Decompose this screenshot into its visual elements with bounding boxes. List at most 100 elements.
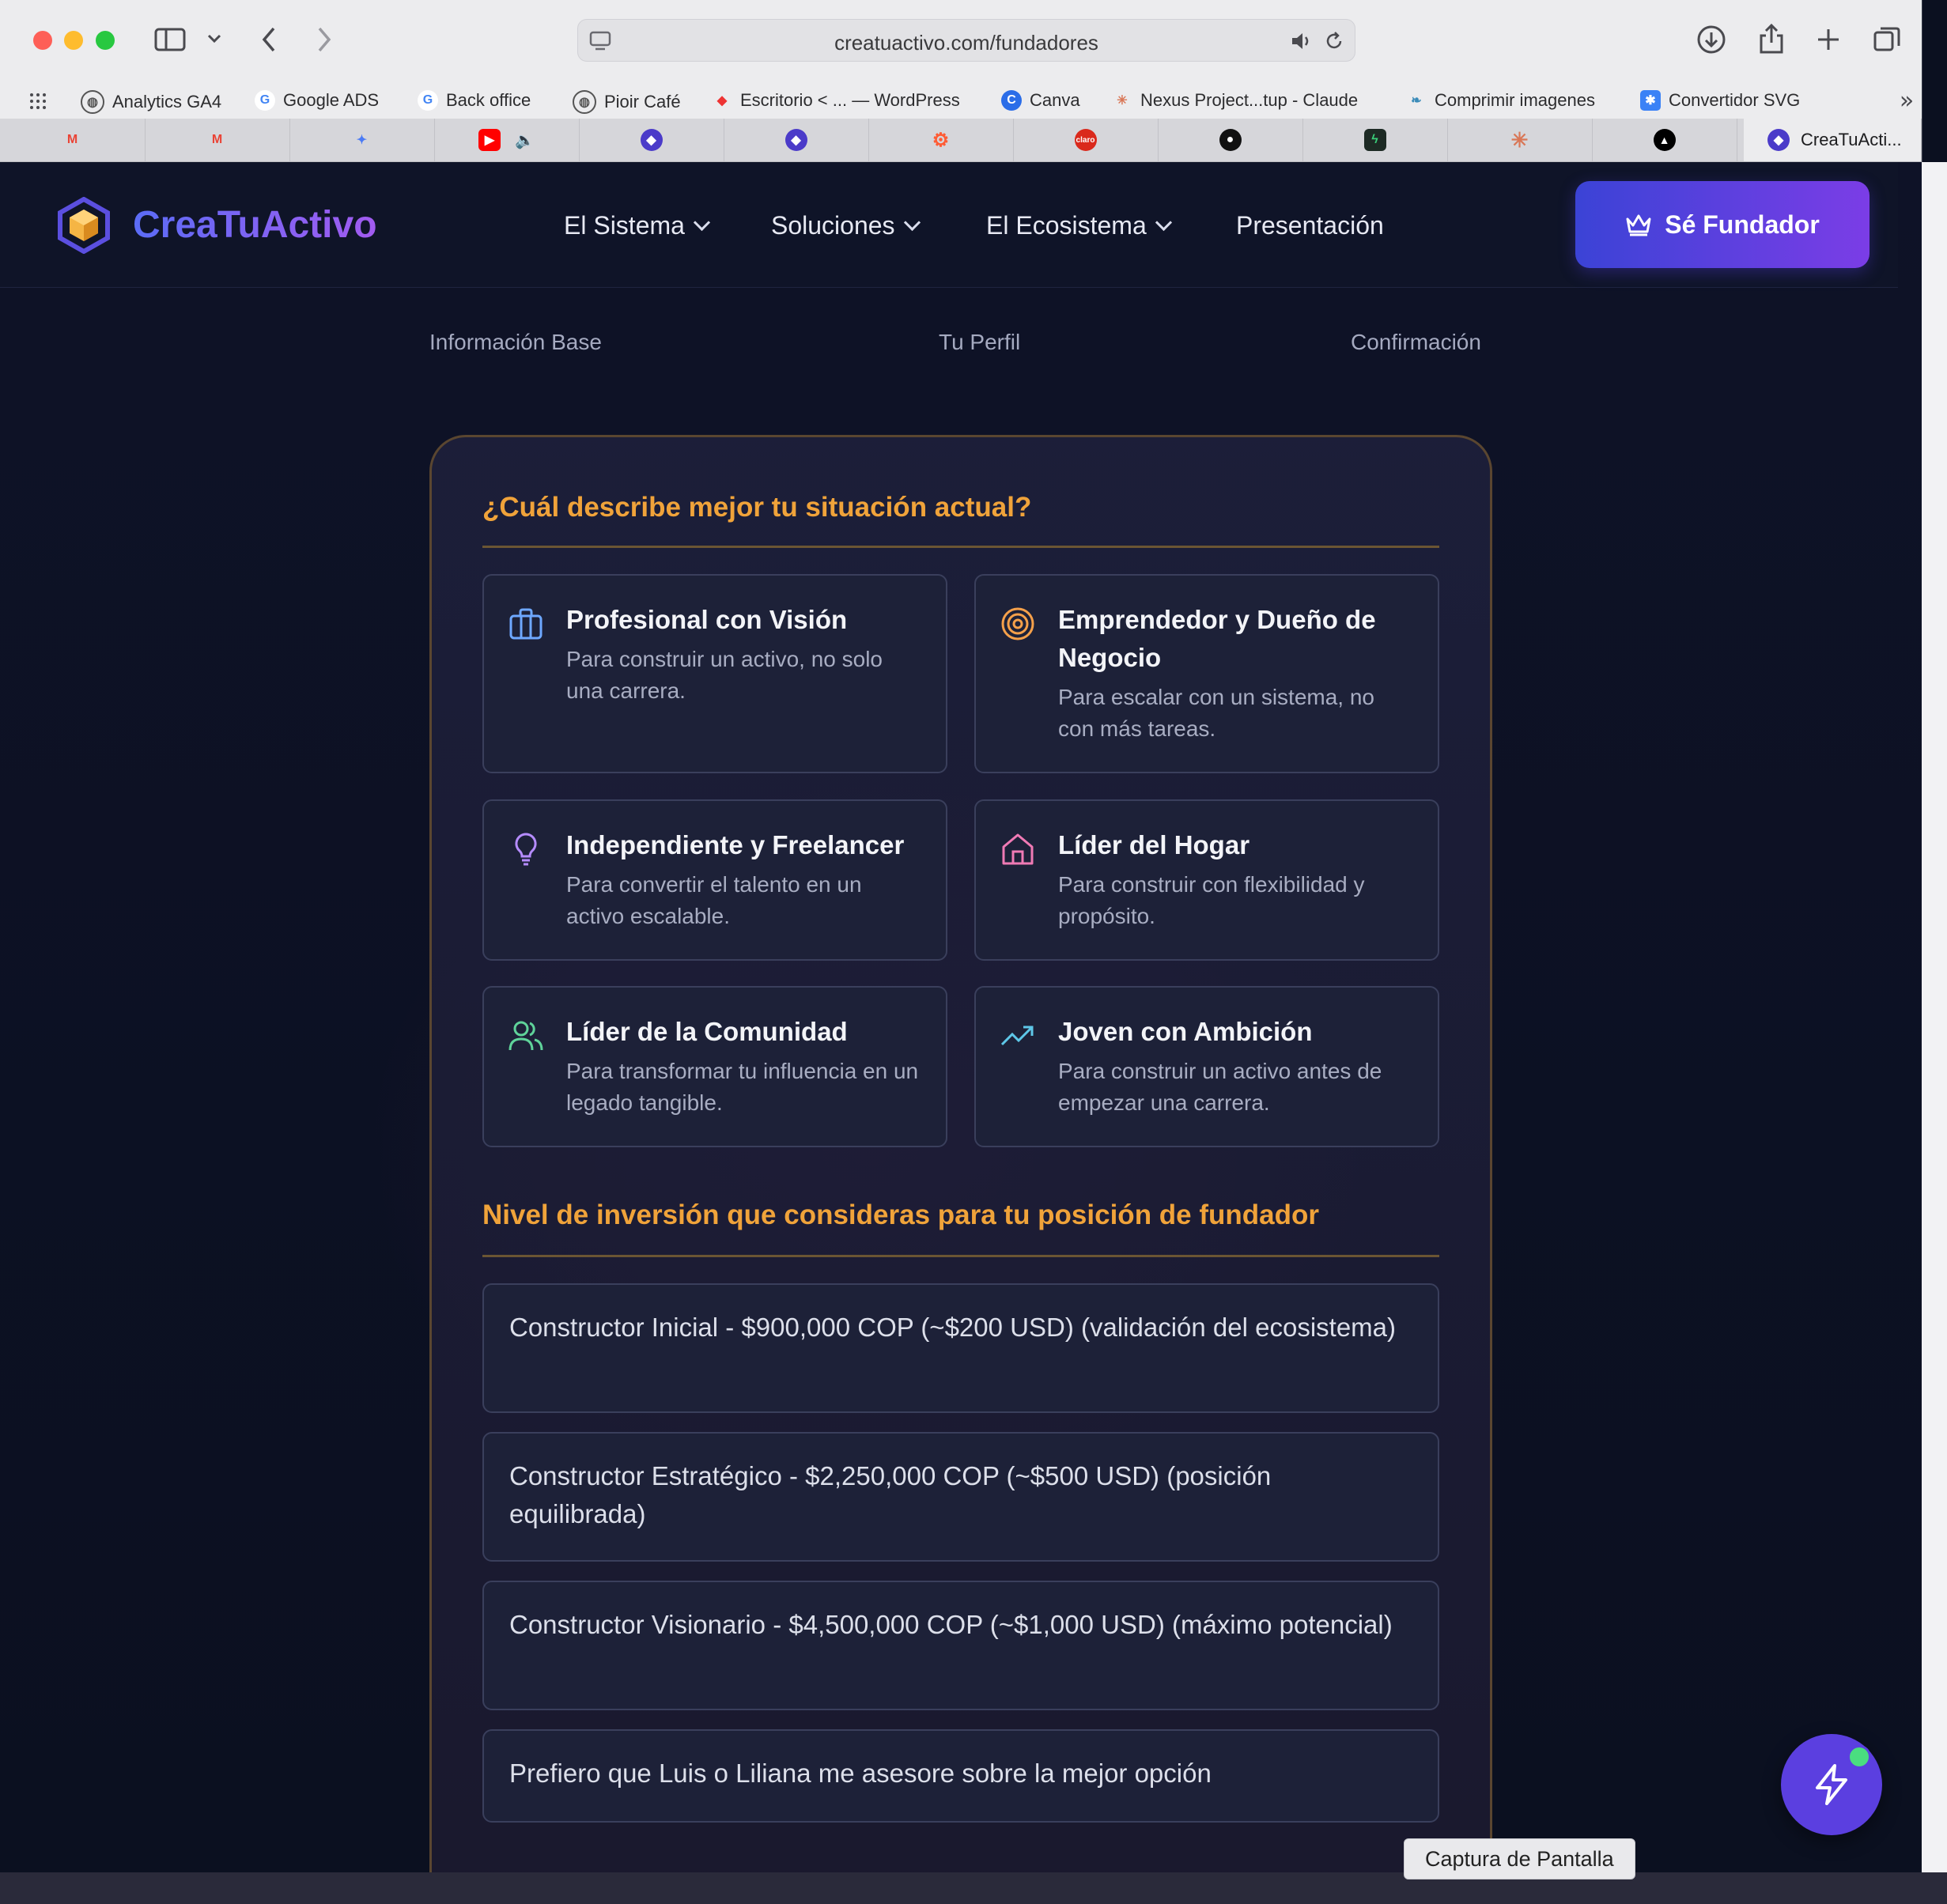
option-description: Para construir un activo, no solo una ca… — [566, 647, 883, 703]
situation-option[interactable]: Profesional con Visión Para construir un… — [482, 574, 947, 773]
step-tu-perfil: Tu Perfil — [939, 330, 1021, 354]
youtube-icon: ▶ — [478, 129, 501, 151]
bookmark-claude[interactable]: ✳ Nexus Project...tup - Claude — [1112, 90, 1358, 111]
situation-title: ¿Cuál describe mejor tu situación actual… — [482, 492, 1032, 523]
situation-option[interactable]: Joven con Ambición Para construir un act… — [974, 986, 1439, 1147]
hubspot-icon: ⚙ — [932, 129, 950, 151]
option-description: Para construir un activo antes de empeza… — [1058, 1059, 1382, 1115]
chevron-down-icon[interactable] — [204, 28, 225, 49]
zoom-window-button[interactable] — [96, 31, 115, 50]
home-icon — [1002, 833, 1034, 865]
tab-claude[interactable]: ✳ — [1447, 119, 1593, 161]
bookmark-google-ads[interactable]: G Google ADS — [255, 90, 379, 111]
more-bookmarks-icon[interactable]: » — [1895, 87, 1919, 115]
tab-vercel[interactable]: ▲ — [1592, 119, 1737, 161]
situation-option[interactable]: Líder de la Comunidad Para transformar t… — [482, 986, 947, 1147]
option-description: Para escalar con un sistema, no con más … — [1058, 685, 1374, 741]
page-content: CreaTuActivo El Sistema Soluciones El Ec… — [0, 162, 1922, 1872]
apps-grid-icon[interactable] — [27, 90, 49, 112]
nav-el-ecosistema[interactable]: El Ecosistema — [986, 211, 1172, 240]
scrollbar[interactable] — [1922, 162, 1947, 1872]
tab-gmail-1[interactable]: M — [0, 119, 146, 161]
lightbulb-icon — [515, 833, 537, 866]
site-header: CreaTuActivo El Sistema Soluciones El Ec… — [0, 162, 1898, 288]
tab-github[interactable]: ● — [1158, 119, 1303, 161]
investment-option[interactable]: Constructor Visionario - $4,500,000 COP … — [482, 1581, 1439, 1710]
investment-option[interactable]: Constructor Estratégico - $2,250,000 COP… — [482, 1432, 1439, 1562]
address-bar[interactable]: creatuactivo.com/fundadores — [577, 19, 1355, 62]
speaker-icon: 🔈 — [515, 131, 535, 149]
leaf-icon: ❧ — [1411, 94, 1422, 108]
situation-option[interactable]: Líder del Hogar Para construir con flexi… — [974, 799, 1439, 961]
sidebar-toggle-icon[interactable] — [153, 25, 187, 54]
bookmark-pioir-cafe[interactable]: ◍ Pioir Café — [573, 90, 681, 114]
option-description: Para transformar tu influencia en un leg… — [566, 1059, 919, 1115]
tab-youtube[interactable]: ▶ 🔈 — [434, 119, 580, 161]
reload-icon[interactable] — [1321, 29, 1347, 53]
download-icon[interactable] — [1696, 24, 1727, 55]
url-text: creatuactivo.com/fundadores — [834, 31, 1098, 55]
divider — [482, 546, 1439, 548]
dock — [0, 1872, 1947, 1904]
gemini-icon: ✦ — [356, 134, 368, 147]
tab-gemini[interactable]: ✦ — [289, 119, 435, 161]
share-icon[interactable] — [1756, 22, 1787, 55]
back-icon[interactable] — [255, 24, 283, 55]
new-tab-icon[interactable] — [1813, 24, 1844, 55]
tab-creatuactivo-active[interactable]: ◆ CreaTuActi... — [1744, 119, 1922, 161]
globe-icon: ◍ — [81, 90, 104, 114]
logo-icon[interactable] — [57, 197, 111, 254]
option-title: Independiente y Freelancer — [566, 830, 905, 859]
se-fundador-button[interactable]: Sé Fundador — [1575, 181, 1869, 268]
tab-bar: M M ✦ ▶ 🔈 ◆ ◆ ⚙ claro ● ϟ ✳ ▲ ◆ CreaTuActi… — [0, 119, 1922, 162]
bookmark-svg[interactable]: ✱ Convertidor SVG — [1640, 90, 1800, 111]
creatuactivo-icon: ◆ — [784, 129, 807, 151]
step-confirmacion: Confirmación — [1351, 330, 1481, 354]
lightning-icon: ϟ — [1363, 129, 1386, 151]
google-icon: G — [255, 90, 275, 111]
bookmark-canva[interactable]: C Canva — [1001, 90, 1080, 111]
nav-presentacion[interactable]: Presentación — [1236, 211, 1384, 240]
option-title: Profesional con Visión — [566, 605, 848, 634]
tab-creatuactivo-1[interactable]: ◆ — [579, 119, 724, 161]
bookmark-analytics[interactable]: ◍ Analytics GA4 — [81, 90, 221, 114]
briefcase-icon — [509, 608, 543, 640]
close-window-button[interactable] — [33, 31, 52, 50]
situation-option[interactable]: Emprendedor y Dueño de Negocio Para esca… — [974, 574, 1439, 773]
bookmark-back-office[interactable]: G Back office — [418, 90, 531, 111]
speaker-icon[interactable] — [1288, 29, 1315, 53]
gmail-icon: M — [211, 133, 223, 146]
bookmark-comprimir[interactable]: ❧ Comprimir imagenes — [1406, 90, 1595, 111]
minimize-window-button[interactable] — [64, 31, 83, 50]
tab-bolt[interactable]: ϟ — [1302, 119, 1448, 161]
tab-creatuactivo-2[interactable]: ◆ — [724, 119, 869, 161]
option-title: Líder de la Comunidad — [566, 1017, 848, 1046]
bookmark-wordpress[interactable]: ◆ Escritorio < ... — WordPress — [712, 90, 960, 111]
tab-hubspot[interactable]: ⚙ — [868, 119, 1014, 161]
nav-soluciones[interactable]: Soluciones — [771, 211, 921, 240]
investment-option[interactable]: Constructor Inicial - $900,000 COP (~$20… — [482, 1283, 1439, 1413]
trending-up-icon — [1000, 1026, 1034, 1046]
investment-option[interactable]: Prefiero que Luis o Liliana me asesore s… — [482, 1729, 1439, 1823]
browser-window: creatuactivo.com/fundadores ◍ Analytics G… — [0, 0, 1922, 1872]
gmail-icon: M — [66, 133, 78, 146]
tab-overview-icon[interactable] — [1871, 24, 1903, 55]
nav-el-sistema[interactable]: El Sistema — [564, 211, 711, 240]
tab-gmail-2[interactable]: M — [145, 119, 290, 161]
tab-claro[interactable]: claro — [1013, 119, 1159, 161]
bookmarks-bar: ◍ Analytics GA4 G Google ADS G Back office … — [0, 79, 1922, 122]
claude-icon: ✳ — [1117, 94, 1128, 108]
forward-icon[interactable] — [310, 24, 338, 55]
logo-text[interactable]: CreaTuActivo — [133, 203, 377, 247]
chevron-down-icon — [903, 213, 921, 232]
assistant-button[interactable] — [1781, 1734, 1882, 1835]
situation-option[interactable]: Independiente y Freelancer Para converti… — [482, 799, 947, 961]
globe-icon: ◍ — [573, 90, 596, 114]
online-indicator — [1847, 1745, 1871, 1769]
chevron-down-icon — [1155, 213, 1172, 232]
github-icon: ● — [1219, 129, 1242, 151]
option-title: Joven con Ambición — [1058, 1017, 1313, 1046]
creatuactivo-icon: ◆ — [640, 129, 663, 151]
google-icon: G — [418, 90, 438, 111]
svg-converter-icon: ✱ — [1640, 90, 1661, 111]
